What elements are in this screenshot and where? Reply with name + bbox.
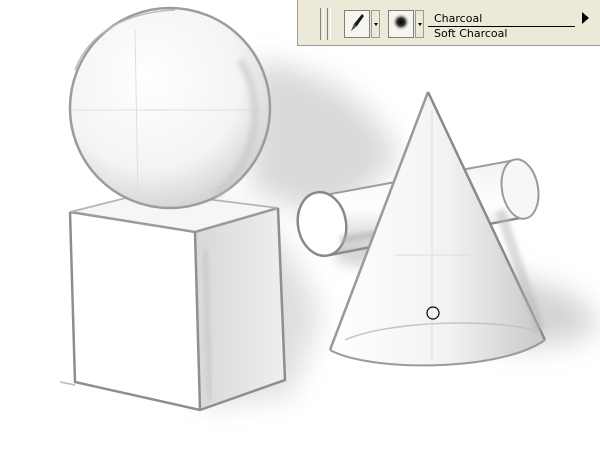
drawing-canvas[interactable] [0, 0, 600, 450]
brush-category-label: Charcoal [428, 12, 575, 27]
sphere-sketch [68, 6, 272, 210]
cube-sketch [59, 191, 287, 412]
brush-variant-label: Soft Charcoal [434, 27, 508, 40]
toolbar-grip-right[interactable] [327, 8, 331, 40]
brush-category-button[interactable] [344, 10, 370, 38]
brush-property-bar: Charcoal Soft Charcoal [297, 0, 600, 46]
brush-category-dropdown[interactable] [371, 10, 380, 38]
charcoal-stick-icon [348, 12, 366, 36]
soft-dab-icon [391, 12, 411, 36]
brush-name-panel[interactable]: Charcoal Soft Charcoal [428, 12, 575, 42]
toolbar-grip-left[interactable] [320, 8, 324, 40]
brush-variant-button[interactable] [388, 10, 414, 38]
brush-variant-dropdown[interactable] [415, 10, 424, 38]
triangle-right-icon[interactable] [582, 12, 589, 24]
